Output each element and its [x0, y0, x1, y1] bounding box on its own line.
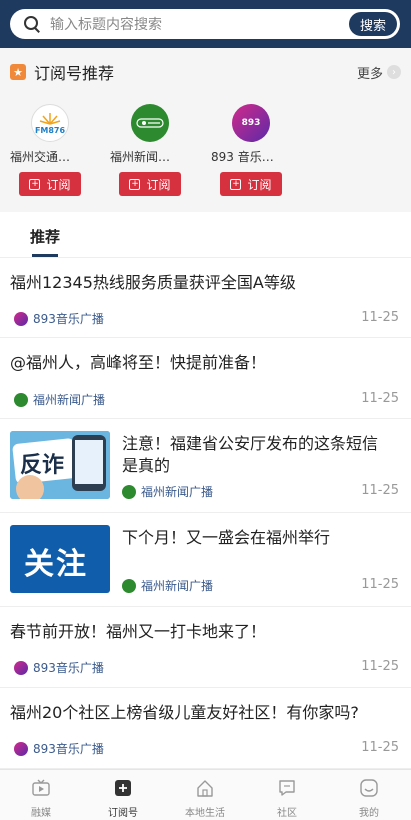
fm876-logo-icon[interactable]: FM876 — [31, 104, 69, 142]
feed-title[interactable]: 春节前开放！福州又一打卡地来了！ — [10, 621, 400, 643]
news-radio-icon — [14, 392, 28, 407]
chevron-right-icon[interactable]: › — [387, 65, 401, 79]
smile-icon[interactable] — [359, 778, 379, 798]
plus-icon: + — [29, 178, 41, 190]
plus-icon: + — [129, 178, 141, 190]
news-radio-mark-icon — [136, 118, 164, 128]
search-input[interactable]: 输入标题内容搜索 — [50, 14, 349, 34]
plus-icon: + — [230, 178, 242, 190]
feed-date: 11-25 — [361, 577, 399, 592]
subscribe-label[interactable]: 订阅 — [247, 176, 271, 193]
subscription-title: 订阅号推荐 — [34, 64, 115, 83]
feed-title[interactable]: @福州人，高峰将至！快提前准备！ — [10, 352, 400, 374]
feed-item[interactable]: 春节前开放！福州又一打卡地来了！ 893音乐广播 11-25 — [0, 607, 411, 688]
guanzhu-thumbnail[interactable]: 关注 — [10, 525, 110, 593]
tab-bar: 推荐 — [0, 212, 411, 258]
tab-indicator — [32, 254, 58, 257]
search-box[interactable]: 输入标题内容搜索 搜索 — [10, 9, 400, 39]
feed-item[interactable]: @福州人，高峰将至！快提前准备！ 福州新闻广播 11-25 — [0, 338, 411, 419]
feed-date: 11-25 — [361, 310, 399, 325]
feed-date: 11-25 — [361, 740, 399, 755]
bottom-nav: 融媒 订阅号 本地生活 社区 我的 — [0, 769, 411, 820]
sunburst-icon — [39, 112, 61, 125]
search-button[interactable]: 搜索 — [349, 12, 397, 36]
feed-date: 11-25 — [361, 483, 399, 498]
channel-fuzhou-traffic[interactable]: FM876 福州交通… + 订阅 — [10, 102, 110, 202]
home-icon[interactable] — [195, 778, 215, 798]
feed-meta: 893音乐广播 — [14, 659, 104, 676]
tv-icon[interactable] — [31, 778, 51, 798]
tab-recommend[interactable]: 推荐 — [30, 226, 60, 247]
feed-title[interactable]: 注意！福建省公安厅发布的这条短信是真的 — [122, 433, 392, 477]
feed-meta: 福州新闻广播 — [122, 483, 213, 500]
feed-meta: 福州新闻广播 — [122, 577, 213, 594]
feed-item[interactable]: 福州12345热线服务质量获评全国A等级 893音乐广播 11-25 — [0, 258, 411, 338]
news-feed: 福州12345热线服务质量获评全国A等级 893音乐广播 11-25 @福州人，… — [0, 258, 411, 769]
feed-source[interactable]: 893音乐广播 — [33, 740, 104, 757]
feed-date: 11-25 — [361, 391, 399, 406]
channel-fuzhou-news[interactable]: 福州新闻… + 订阅 — [110, 102, 210, 202]
more-label[interactable]: 更多 — [357, 63, 383, 82]
subscription-header: ★ 订阅号推荐 更多 › — [10, 60, 401, 84]
feed-date: 11-25 — [361, 659, 399, 674]
subscribe-label[interactable]: 订阅 — [146, 176, 170, 193]
top-header: 输入标题内容搜索 搜索 — [0, 0, 411, 48]
thumb-text: 关注 — [24, 547, 88, 582]
nav-label[interactable]: 融媒 — [0, 804, 82, 819]
nav-item-mine[interactable]: 我的 — [328, 770, 410, 820]
feed-source[interactable]: 福州新闻广播 — [141, 483, 213, 500]
nav-item-community[interactable]: 社区 — [246, 770, 328, 820]
music-893-logo-icon[interactable]: 893 — [232, 104, 270, 142]
feed-title[interactable]: 福州20个社区上榜省级儿童友好社区！有你家吗? — [10, 702, 400, 724]
feed-source[interactable]: 893音乐广播 — [33, 659, 104, 676]
feed-source[interactable]: 福州新闻广播 — [33, 391, 105, 408]
nav-item-local-life[interactable]: 本地生活 — [164, 770, 246, 820]
subscribe-label[interactable]: 订阅 — [46, 176, 70, 193]
subscribe-button[interactable]: + 订阅 — [19, 172, 81, 196]
nav-label[interactable]: 订阅号 — [82, 804, 164, 819]
nav-label[interactable]: 本地生活 — [164, 804, 246, 819]
feed-source[interactable]: 893音乐广播 — [33, 310, 104, 327]
channel-name[interactable]: 福州新闻… — [110, 148, 210, 165]
feed-title[interactable]: 福州12345热线服务质量获评全国A等级 — [10, 272, 400, 294]
nav-item-rongmei[interactable]: 融媒 — [0, 770, 82, 820]
news-radio-icon — [122, 484, 136, 499]
news-radio-logo-icon[interactable] — [131, 104, 169, 142]
feed-meta: 福州新闻广播 — [14, 391, 105, 408]
music-893-icon — [14, 311, 28, 326]
nav-item-subscription[interactable]: 订阅号 — [82, 770, 164, 820]
subscribe-button[interactable]: + 订阅 — [220, 172, 282, 196]
fanzha-thumbnail[interactable]: 反诈 — [10, 431, 110, 499]
star-icon: ★ — [10, 64, 26, 80]
channel-name[interactable]: 893 音乐… — [211, 148, 311, 165]
music-893-icon — [14, 741, 28, 756]
music-893-icon — [14, 660, 28, 675]
more-link[interactable]: 更多 › — [357, 63, 401, 82]
search-icon — [24, 16, 40, 32]
thumb-text: 反诈 — [20, 453, 65, 478]
nav-label[interactable]: 我的 — [328, 804, 410, 819]
subscribe-button[interactable]: + 订阅 — [119, 172, 181, 196]
channel-893-music[interactable]: 893 893 音乐… + 订阅 — [211, 102, 311, 202]
fm876-logo-text: FM876 — [34, 125, 66, 135]
feed-item[interactable]: 关注 下个月！又一盛会在福州举行 福州新闻广播 11-25 — [0, 513, 411, 607]
news-radio-icon — [122, 578, 136, 593]
plus-square-icon[interactable] — [113, 778, 133, 798]
feed-meta: 893音乐广播 — [14, 740, 104, 757]
channel-name[interactable]: 福州交通… — [10, 148, 110, 165]
channel-list: FM876 福州交通… + 订阅 福州新闻… + 订阅 893 893 音乐… … — [0, 102, 411, 212]
feed-title[interactable]: 下个月！又一盛会在福州举行 — [122, 527, 392, 549]
feed-item[interactable]: 反诈 注意！福建省公安厅发布的这条短信是真的 福州新闻广播 11-25 — [0, 419, 411, 513]
feed-source[interactable]: 福州新闻广播 — [141, 577, 213, 594]
feed-item[interactable]: 福州20个社区上榜省级儿童友好社区！有你家吗? 893音乐广播 11-25 — [0, 688, 411, 769]
subscription-section: ★ 订阅号推荐 更多 › FM876 福州交通… + 订阅 福州新闻… + 订阅… — [0, 48, 411, 212]
nav-label[interactable]: 社区 — [246, 804, 328, 819]
feed-meta: 893音乐广播 — [14, 310, 104, 327]
music-893-logo-text: 893 — [241, 118, 261, 128]
chat-icon[interactable] — [277, 778, 297, 798]
